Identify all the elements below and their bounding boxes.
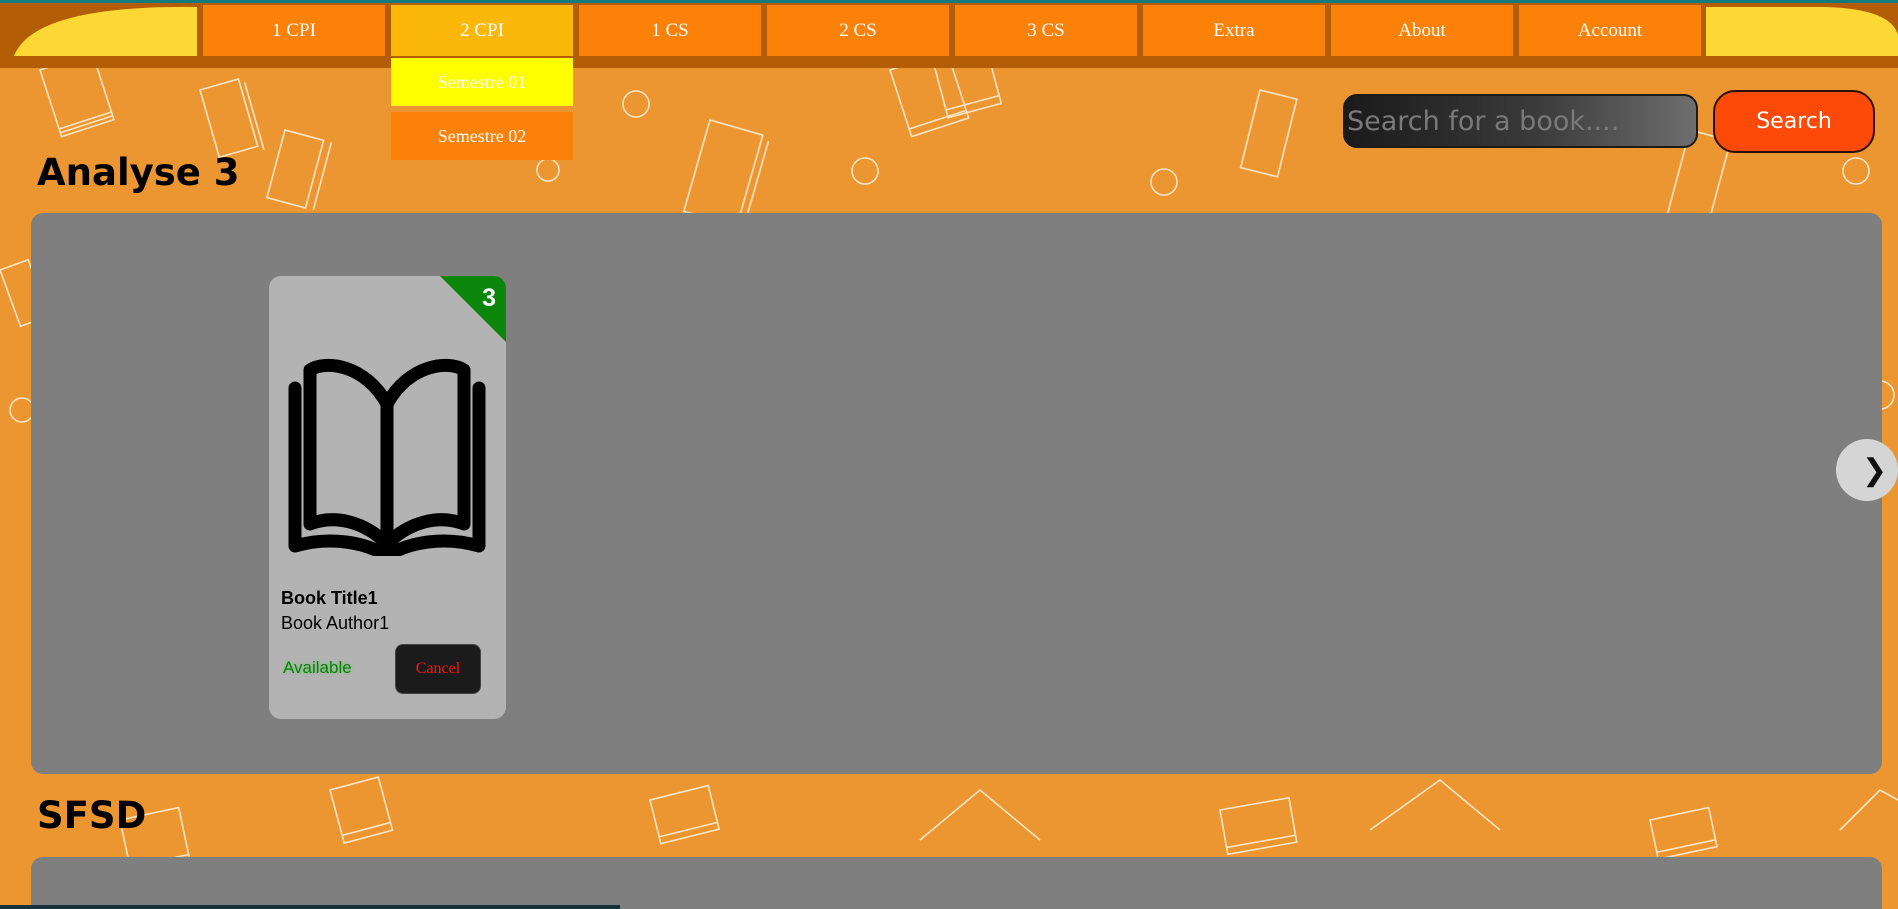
nav-item-1cpi[interactable]: 1 CPI bbox=[203, 5, 385, 56]
nav-left-ornament bbox=[14, 6, 197, 56]
book-carousel-sfsd bbox=[31, 857, 1882, 909]
section-title-sfsd: SFSD bbox=[37, 794, 147, 837]
nav-item-extra[interactable]: Extra bbox=[1143, 5, 1325, 56]
nav-item-3cs[interactable]: 3 CS bbox=[955, 5, 1137, 56]
book-card[interactable]: 3 Book Title1 Book Author1 Available Can… bbox=[269, 276, 506, 719]
top-navigation-bar: 1 CPI 2 CPI 1 CS 2 CS 3 CS Extra About A… bbox=[0, 0, 1898, 68]
nav-item-about[interactable]: About bbox=[1331, 5, 1513, 56]
dropdown-item-semestre-02[interactable]: Semestre 02 bbox=[391, 112, 573, 160]
nav-dropdown-2cpi: Semestre 01 Semestre 02 bbox=[391, 58, 573, 166]
nav-item-2cpi[interactable]: 2 CPI bbox=[391, 5, 573, 56]
book-author: Book Author1 bbox=[281, 613, 390, 633]
stock-ribbon bbox=[440, 276, 506, 342]
stock-count: 3 bbox=[482, 284, 496, 312]
chevron-right-icon: ❯ bbox=[1862, 453, 1888, 487]
open-book-icon bbox=[288, 358, 486, 556]
search-input[interactable] bbox=[1343, 94, 1698, 148]
book-title: Book Title1 bbox=[281, 588, 378, 608]
search-button[interactable]: Search bbox=[1713, 90, 1875, 153]
nav-item-account[interactable]: Account bbox=[1519, 5, 1701, 56]
section-title-analyse-3: Analyse 3 bbox=[37, 151, 240, 194]
bottom-scroll-indicator bbox=[0, 905, 620, 909]
nav-item-2cs[interactable]: 2 CS bbox=[767, 5, 949, 56]
cancel-button[interactable]: Cancel bbox=[395, 644, 481, 694]
availability-status: Available bbox=[283, 658, 352, 677]
dropdown-item-semestre-01[interactable]: Semestre 01 bbox=[391, 58, 573, 106]
nav-right-ornament bbox=[1706, 7, 1898, 56]
carousel-next-button[interactable]: ❯ bbox=[1836, 439, 1898, 501]
nav-item-1cs[interactable]: 1 CS bbox=[579, 5, 761, 56]
